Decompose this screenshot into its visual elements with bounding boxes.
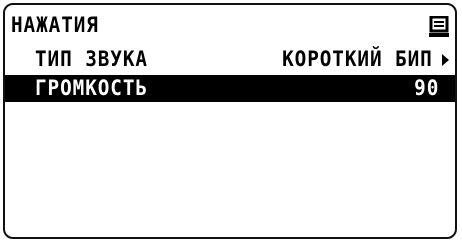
menu-item-label: ГРОМКОСТЬ [35,76,148,100]
menu-item-value: КОРОТКИЙ БИП [282,47,433,71]
menu-item-value: 90 [413,76,439,100]
device-screen: НАЖАТИЯ ТИП ЗВУКА КОРОТКИЙ БИП ГРОМКОСТЬ… [3,3,457,239]
message-icon [429,16,449,37]
menu-item-label: ТИП ЗВУКА [35,47,148,71]
page-title: НАЖАТИЯ [11,13,99,37]
menu-item-volume[interactable]: ГРОМКОСТЬ 90 [5,75,455,102]
chevron-right-icon [442,54,449,66]
menu-item-sound-type[interactable]: ТИП ЗВУКА КОРОТКИЙ БИП [5,46,455,73]
